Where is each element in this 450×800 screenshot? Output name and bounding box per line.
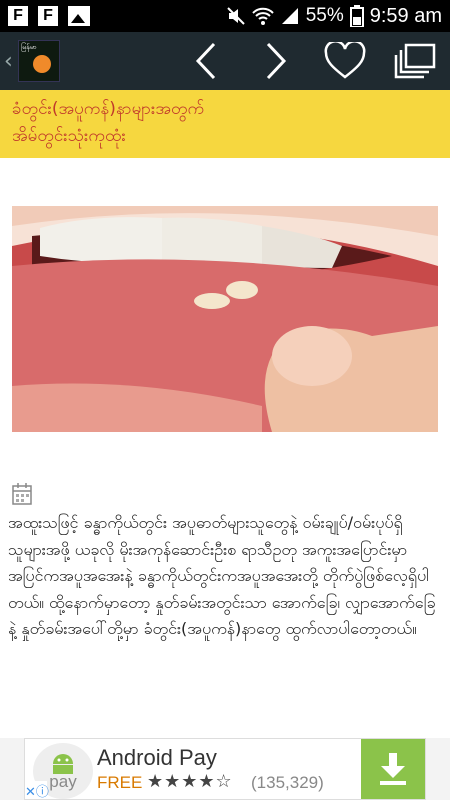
article-body: အထူးသဖြင့် ခန္ဓာကိုယ်တွင်း အပူဓာတ်များသူ…	[8, 513, 436, 638]
favorite-button[interactable]	[315, 32, 375, 90]
back-button[interactable]: ‹	[4, 49, 16, 74]
ad-review-count: (135,329)	[251, 773, 324, 792]
previous-button[interactable]	[176, 32, 236, 90]
app-logo[interactable]: မြန်မာ	[18, 40, 60, 82]
next-button[interactable]	[246, 32, 306, 90]
clock: 9:59 am	[369, 4, 442, 27]
image-notification-icon	[68, 6, 90, 26]
system-tray: 55% 9:59 am	[226, 5, 442, 28]
chevron-left-icon	[195, 42, 216, 80]
article-title-line2: အိမ်တွင်းသုံးကုထုံး	[12, 126, 126, 146]
mute-icon	[226, 7, 245, 25]
signal-icon	[281, 8, 298, 24]
facebook-icon: F	[38, 6, 58, 26]
ad-banner[interactable]: pay Android Pay FREE ★★★★☆ (135,329) ✕ⓘ	[24, 738, 426, 800]
notification-icons: F F	[8, 6, 90, 26]
wifi-icon	[251, 7, 274, 25]
heart-icon	[324, 42, 366, 79]
article-title: ခံတွင်း(အပူကန်)နာများအတွက် အိမ်တွင်းသုံး…	[0, 90, 450, 158]
ad-choices-close[interactable]: ✕ⓘ	[25, 781, 49, 799]
collection-button[interactable]	[385, 32, 445, 90]
stacked-pages-icon	[394, 43, 436, 79]
ad-install-button[interactable]	[361, 739, 425, 799]
battery-percent: 55%	[305, 5, 344, 26]
chevron-right-icon	[266, 42, 287, 80]
ad-logo-text: pay	[49, 772, 77, 791]
toolbar: ‹ မြန်မာ	[0, 32, 450, 90]
ad-rating-stars: ★★★★☆	[147, 771, 233, 792]
ad-price: FREE	[97, 773, 143, 792]
article-title-line1: ခံတွင်း(အပူကန်)နာများအတွက်	[12, 99, 205, 119]
facebook-icon: F	[8, 6, 28, 26]
download-icon	[380, 753, 406, 785]
ad-title[interactable]: Android Pay	[97, 745, 217, 771]
calendar-icon	[12, 483, 32, 505]
app-logo-text: မြန်မာ	[21, 43, 37, 51]
article-photo	[12, 206, 438, 432]
status-bar: F F 55% 9:59 am	[0, 0, 450, 32]
app-logo-sun	[33, 55, 51, 73]
article-content: အထူးသဖြင့် ခန္ဓာကိုယ်တွင်း အပူဓာတ်များသူ…	[0, 158, 450, 738]
battery-icon	[349, 5, 364, 27]
android-icon	[53, 754, 73, 774]
